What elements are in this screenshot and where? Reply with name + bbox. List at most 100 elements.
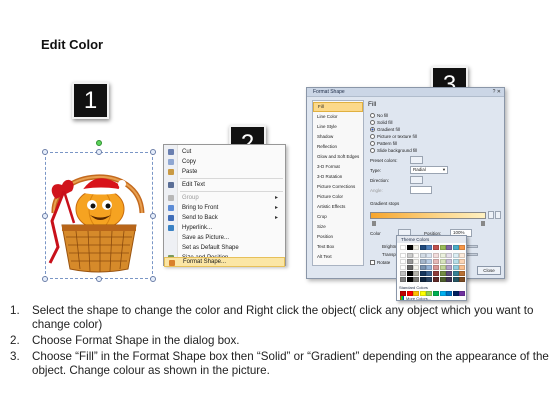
nav-item-shadow[interactable]: Shadow bbox=[313, 132, 363, 142]
theme-color-swatch[interactable] bbox=[426, 277, 433, 282]
theme-color-swatch[interactable] bbox=[459, 259, 466, 264]
menu-item-paste[interactable]: Paste bbox=[164, 167, 285, 177]
remove-stop-button[interactable] bbox=[495, 211, 501, 219]
theme-color-swatch[interactable] bbox=[446, 277, 453, 282]
theme-color-swatch[interactable] bbox=[400, 259, 406, 264]
radio-picture-fill[interactable]: Picture or texture fill bbox=[370, 133, 417, 140]
theme-color-swatch[interactable] bbox=[459, 277, 466, 282]
selected-shape[interactable] bbox=[42, 140, 156, 282]
menu-item-cut[interactable]: Cut bbox=[164, 147, 285, 157]
theme-color-swatch[interactable] bbox=[419, 245, 426, 250]
theme-color-swatch[interactable] bbox=[406, 271, 413, 276]
theme-color-swatch[interactable] bbox=[459, 271, 466, 276]
menu-item-edit-text[interactable]: Edit Text bbox=[164, 180, 285, 190]
angle-input[interactable] bbox=[410, 186, 432, 194]
resize-handle-top-left[interactable] bbox=[42, 149, 48, 155]
menu-item-hyperlink[interactable]: Hyperlink... bbox=[164, 223, 285, 233]
more-colors-item[interactable]: More Colors... bbox=[400, 296, 431, 302]
theme-color-swatch[interactable] bbox=[419, 253, 426, 258]
theme-color-swatch[interactable] bbox=[426, 259, 433, 264]
theme-color-swatch[interactable] bbox=[446, 253, 453, 258]
theme-color-swatch[interactable] bbox=[439, 253, 446, 258]
nav-item-alt-text[interactable]: Alt Text bbox=[313, 252, 363, 262]
gradient-bar[interactable] bbox=[370, 212, 486, 219]
standard-color-swatch[interactable] bbox=[446, 291, 453, 296]
theme-color-swatch[interactable] bbox=[439, 259, 446, 264]
theme-color-swatch[interactable] bbox=[400, 245, 406, 250]
radio-pattern-fill[interactable]: Pattern fill bbox=[370, 140, 397, 147]
resize-handle-top-right[interactable] bbox=[150, 149, 156, 155]
theme-color-swatch[interactable] bbox=[452, 245, 459, 250]
theme-color-swatch[interactable] bbox=[406, 277, 413, 282]
nav-item-line-style[interactable]: Line Style bbox=[313, 122, 363, 132]
theme-color-swatch[interactable] bbox=[413, 245, 420, 250]
gradient-stop-handle[interactable] bbox=[481, 221, 485, 226]
theme-color-swatch[interactable] bbox=[452, 277, 459, 282]
nav-item-artistic-effects[interactable]: Artistic Effects bbox=[313, 202, 363, 212]
menu-item-bring-to-front[interactable]: Bring to Front ▸ bbox=[164, 203, 285, 213]
theme-color-swatch[interactable] bbox=[452, 253, 459, 258]
theme-color-swatch[interactable] bbox=[439, 277, 446, 282]
theme-color-swatch[interactable] bbox=[452, 265, 459, 270]
theme-color-swatch[interactable] bbox=[400, 277, 406, 282]
theme-color-swatch[interactable] bbox=[433, 259, 439, 264]
rotate-checkbox[interactable]: Rotate bbox=[370, 259, 390, 266]
resize-handle-bottom-left[interactable] bbox=[42, 276, 48, 282]
theme-color-swatch[interactable] bbox=[406, 259, 413, 264]
nav-item-3d-format[interactable]: 3-D Format bbox=[313, 162, 363, 172]
theme-color-swatch[interactable] bbox=[406, 245, 413, 250]
dialog-close-button[interactable]: Close bbox=[477, 266, 501, 275]
menu-item-group[interactable]: Group ▸ bbox=[164, 193, 285, 203]
theme-color-swatch[interactable] bbox=[452, 271, 459, 276]
theme-color-swatch[interactable] bbox=[433, 271, 439, 276]
theme-color-swatch[interactable] bbox=[400, 265, 406, 270]
nav-item-text-box[interactable]: Text Box bbox=[313, 242, 363, 252]
preset-colors-button[interactable] bbox=[410, 156, 423, 164]
theme-color-swatch[interactable] bbox=[439, 245, 446, 250]
nav-item-size[interactable]: Size bbox=[313, 222, 363, 232]
theme-color-swatch[interactable] bbox=[400, 253, 406, 258]
theme-color-swatch[interactable] bbox=[459, 245, 466, 250]
menu-item-save-as-picture[interactable]: Save as Picture... bbox=[164, 233, 285, 243]
standard-color-swatch[interactable] bbox=[439, 291, 446, 296]
theme-color-swatch[interactable] bbox=[413, 265, 420, 270]
dialog-titlebar[interactable]: Format Shape ? ✕ bbox=[307, 88, 504, 97]
theme-color-swatch[interactable] bbox=[413, 259, 420, 264]
theme-color-swatch[interactable] bbox=[419, 265, 426, 270]
theme-color-swatch[interactable] bbox=[419, 277, 426, 282]
theme-color-swatch[interactable] bbox=[413, 271, 420, 276]
menu-item-copy[interactable]: Copy bbox=[164, 157, 285, 167]
nav-item-3d-rotation[interactable]: 3-D Rotation bbox=[313, 172, 363, 182]
radio-slide-background-fill[interactable]: Slide background fill bbox=[370, 147, 417, 154]
nav-item-picture-color[interactable]: Picture Color bbox=[313, 192, 363, 202]
theme-color-swatch[interactable] bbox=[446, 259, 453, 264]
radio-solid-fill[interactable]: Solid fill bbox=[370, 119, 393, 126]
theme-color-swatch[interactable] bbox=[426, 265, 433, 270]
standard-color-swatch[interactable] bbox=[433, 291, 439, 296]
resize-handle-left[interactable] bbox=[42, 213, 48, 219]
theme-color-swatch[interactable] bbox=[439, 271, 446, 276]
menu-item-set-default-shape[interactable]: Set as Default Shape bbox=[164, 243, 285, 253]
direction-button[interactable] bbox=[410, 176, 423, 184]
theme-color-swatch[interactable] bbox=[433, 253, 439, 258]
theme-color-swatch[interactable] bbox=[426, 271, 433, 276]
nav-item-reflection[interactable]: Reflection bbox=[313, 142, 363, 152]
theme-color-swatch[interactable] bbox=[419, 271, 426, 276]
theme-color-swatch[interactable] bbox=[459, 253, 466, 258]
rotation-handle[interactable] bbox=[96, 140, 102, 146]
theme-color-swatch[interactable] bbox=[419, 259, 426, 264]
theme-color-swatch[interactable] bbox=[433, 245, 439, 250]
theme-color-swatch[interactable] bbox=[406, 265, 413, 270]
theme-color-swatch[interactable] bbox=[452, 259, 459, 264]
nav-item-crop[interactable]: Crop bbox=[313, 212, 363, 222]
theme-color-swatch[interactable] bbox=[459, 265, 466, 270]
gradient-stop-handle[interactable] bbox=[372, 221, 376, 226]
nav-item-line-color[interactable]: Line Color bbox=[313, 112, 363, 122]
resize-handle-right[interactable] bbox=[150, 213, 156, 219]
theme-color-swatch[interactable] bbox=[426, 245, 433, 250]
theme-color-swatch[interactable] bbox=[413, 253, 420, 258]
theme-color-swatch[interactable] bbox=[439, 265, 446, 270]
nav-item-fill[interactable]: Fill bbox=[313, 102, 363, 112]
theme-color-swatch[interactable] bbox=[446, 271, 453, 276]
standard-color-swatch[interactable] bbox=[452, 291, 459, 296]
